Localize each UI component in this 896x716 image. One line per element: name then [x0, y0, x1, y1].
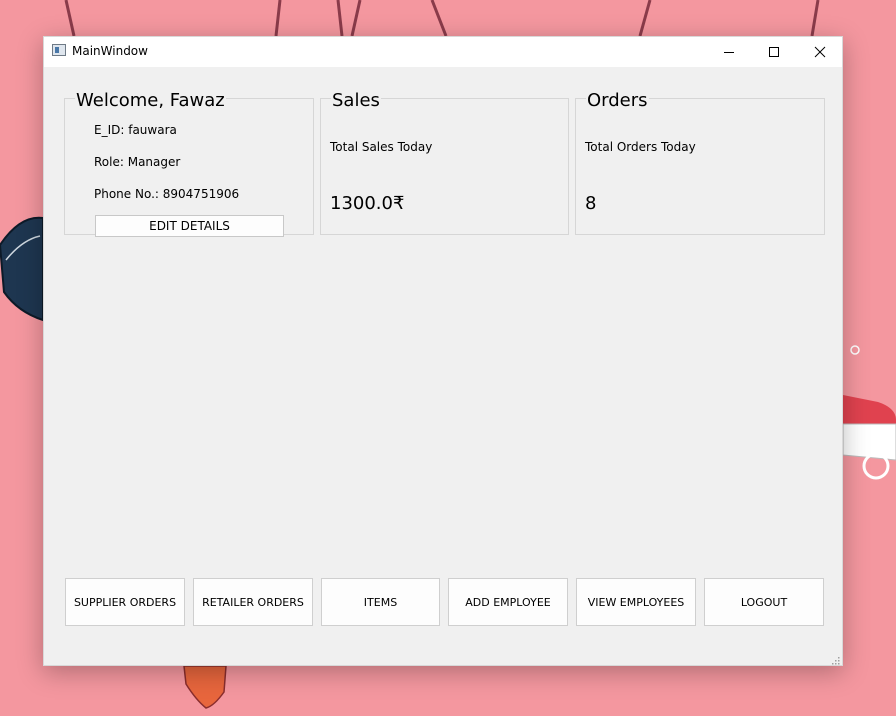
welcome-title: Welcome, Fawaz — [75, 90, 226, 111]
resize-grip-icon[interactable] — [832, 657, 840, 665]
total-orders-label: Total Orders Today — [585, 140, 696, 154]
maximize-button[interactable] — [751, 37, 797, 67]
sales-title: Sales — [331, 90, 381, 111]
view-employees-button[interactable]: VIEW EMPLOYEES — [576, 578, 696, 626]
orders-panel: Orders Total Orders Today 8 — [575, 91, 825, 235]
phone-text: Phone No.: 8904751906 — [94, 187, 240, 201]
welcome-panel: Welcome, Fawaz E_ID: fauwara Role: Manag… — [64, 91, 314, 237]
app-window-icon — [52, 44, 66, 56]
title-bar[interactable]: MainWindow — [44, 37, 842, 67]
items-button[interactable]: ITEMS — [321, 578, 440, 626]
employee-id-text: E_ID: fauwara — [94, 123, 177, 137]
role-text: Role: Manager — [94, 155, 181, 169]
minimize-icon — [724, 52, 734, 53]
close-icon — [814, 46, 826, 58]
add-employee-button[interactable]: ADD EMPLOYEE — [448, 578, 568, 626]
edit-details-button[interactable]: EDIT DETAILS — [95, 215, 284, 237]
retailer-orders-button[interactable]: RETAILER ORDERS — [193, 578, 313, 626]
sales-panel: Sales Total Sales Today 1300.0₹ — [320, 91, 569, 235]
total-sales-value: 1300.0₹ — [330, 193, 405, 214]
main-window: MainWindow Welcome, Fawaz E_ID: fauwara … — [43, 36, 843, 666]
window-content: Welcome, Fawaz E_ID: fauwara Role: Manag… — [44, 67, 842, 667]
logout-button[interactable]: LOGOUT — [704, 578, 824, 626]
total-orders-value: 8 — [585, 193, 597, 214]
total-sales-label: Total Sales Today — [330, 140, 433, 154]
orders-title: Orders — [586, 90, 649, 111]
close-button[interactable] — [797, 37, 843, 67]
supplier-orders-button[interactable]: SUPPLIER ORDERS — [65, 578, 185, 626]
maximize-icon — [769, 47, 779, 57]
minimize-button[interactable] — [706, 37, 752, 67]
window-title: MainWindow — [72, 44, 148, 58]
